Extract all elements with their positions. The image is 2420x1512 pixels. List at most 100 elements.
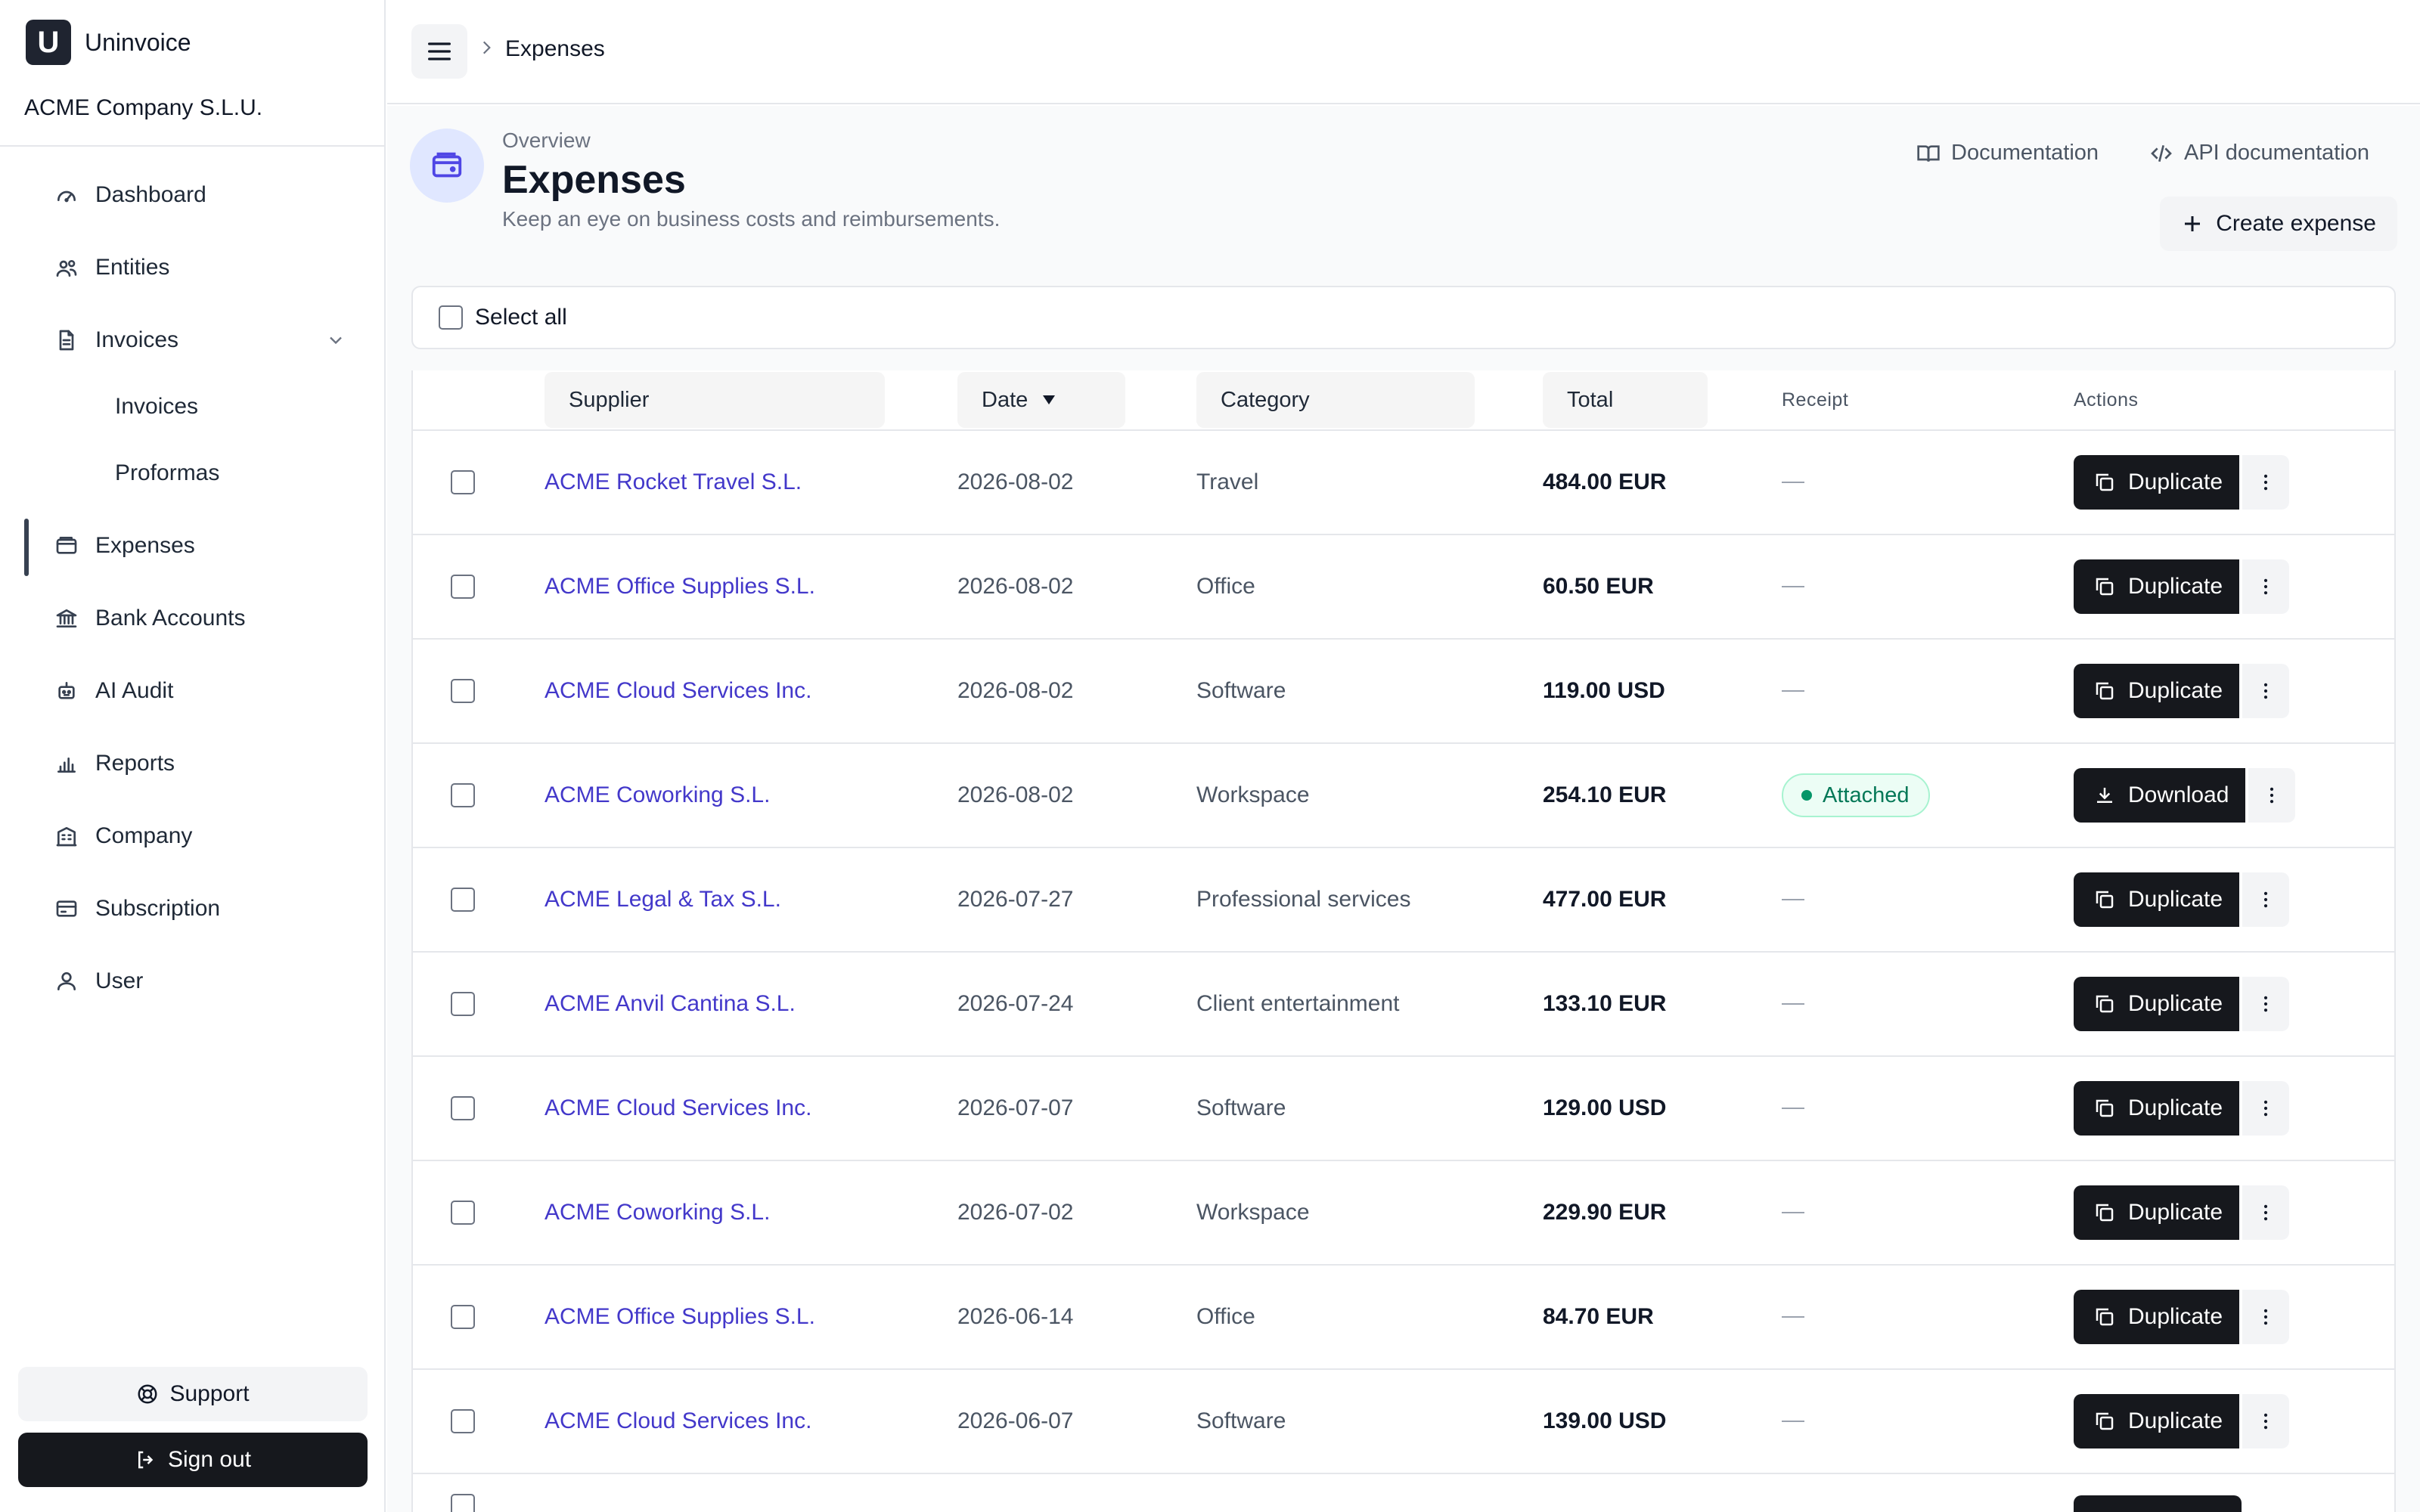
row-checkbox[interactable] <box>451 992 475 1016</box>
sidebar-item-company[interactable]: Company <box>26 809 366 863</box>
documentation-link[interactable]: Documentation <box>1916 141 2099 166</box>
signout-button[interactable]: Sign out <box>18 1433 368 1487</box>
sidebar-item-invoices-sub[interactable]: Invoices <box>26 380 366 434</box>
menu-toggle-button[interactable] <box>411 24 467 79</box>
supplier-link[interactable]: ACME Cloud Services Inc. <box>544 640 811 742</box>
create-expense-button[interactable]: Create expense <box>2160 197 2397 251</box>
table-row[interactable]: ACME Coworking S.L. 2026-08-02 Workspace 25… <box>413 744 2394 848</box>
table-row[interactable]: ACME Cloud Services Inc. 2026-07-07 Softwa… <box>413 1057 2394 1161</box>
more-actions-button[interactable] <box>2242 1394 2290 1448</box>
copy-icon <box>2096 578 2114 596</box>
supplier-link[interactable]: ACME Cloud Services Inc. <box>544 1370 811 1473</box>
chevron-down-icon[interactable] <box>325 330 346 351</box>
sidebar-item-label: Invoices <box>115 394 199 419</box>
more-actions-button[interactable] <box>2242 872 2290 927</box>
duplicate-button[interactable]: Duplicate <box>2074 559 2240 614</box>
row-checkbox[interactable] <box>451 470 475 494</box>
column-header-category[interactable]: Category <box>1196 372 1475 428</box>
more-actions-button[interactable] <box>2248 768 2296 823</box>
supplier-link[interactable]: ACME Coworking S.L. <box>544 744 770 847</box>
download-icon <box>2097 788 2112 803</box>
expense-total: 60.50 EUR <box>1543 574 1654 599</box>
table-row[interactable]: ACME Office Supplies S.L. 2026-06-14 Offic… <box>413 1266 2394 1370</box>
sidebar-item-user[interactable]: User <box>26 954 366 1009</box>
table-row[interactable]: ACME Office Supplies S.L. 2026-08-02 Offic… <box>413 535 2394 640</box>
table-row[interactable]: ACME Cloud Services Inc. 2026-08-02 Softwa… <box>413 640 2394 744</box>
more-actions-button[interactable] <box>2242 977 2290 1031</box>
expense-date: 2026-06-07 <box>957 1408 1074 1433</box>
row-checkbox[interactable] <box>451 888 475 912</box>
duplicate-button[interactable] <box>2074 1495 2242 1512</box>
sidebar-item-dashboard[interactable]: Dashboard <box>26 168 366 222</box>
sidebar-item-reports[interactable]: Reports <box>26 736 366 791</box>
download-button[interactable]: Download <box>2074 768 2246 823</box>
select-all-checkbox[interactable] <box>439 305 463 330</box>
plus-icon <box>2185 216 2201 231</box>
receipt-cell: Attached <box>1782 744 1931 847</box>
supplier-link[interactable]: ACME Anvil Cantina S.L. <box>544 953 796 1055</box>
more-actions-button[interactable] <box>2242 1185 2290 1240</box>
sidebar-item-bank-accounts[interactable]: Bank Accounts <box>26 591 366 646</box>
expense-date: 2026-07-24 <box>957 991 1074 1016</box>
more-actions-button[interactable] <box>2242 664 2290 718</box>
supplier-link[interactable]: ACME Legal & Tax S.L. <box>544 848 781 951</box>
no-receipt-dash <box>1782 1003 1804 1005</box>
supplier-link[interactable]: ACME Cloud Services Inc. <box>544 1057 811 1160</box>
table-row[interactable]: ACME Legal & Tax S.L. 2026-07-27 Professio… <box>413 848 2394 953</box>
table-row[interactable]: ACME Anvil Cantina S.L. 2026-07-24 Client … <box>413 953 2394 1057</box>
duplicate-button[interactable]: Duplicate <box>2074 977 2240 1031</box>
sidebar-item-entities[interactable]: Entities <box>26 240 366 295</box>
company-name[interactable]: ACME Company S.L.U. <box>24 95 262 121</box>
duplicate-button[interactable]: Duplicate <box>2074 1185 2240 1240</box>
row-checkbox[interactable] <box>451 1201 475 1225</box>
duplicate-button[interactable]: Duplicate <box>2074 872 2240 927</box>
row-checkbox[interactable] <box>451 575 475 599</box>
supplier-link[interactable]: ACME Rocket Travel S.L. <box>544 431 802 534</box>
row-checkbox[interactable] <box>451 679 475 703</box>
select-all-bar: Select all <box>411 286 2396 349</box>
sidebar-item-proformas-sub[interactable]: Proformas <box>26 446 366 500</box>
api-documentation-link[interactable]: API documentation <box>2149 141 2369 166</box>
document-icon <box>53 327 80 354</box>
more-actions-button[interactable] <box>2242 559 2290 614</box>
actions-cell: Duplicate <box>2074 1057 2290 1160</box>
sidebar-item-expenses[interactable]: Expenses <box>24 519 366 576</box>
breadcrumb[interactable]: Expenses <box>505 36 605 62</box>
more-actions-button[interactable] <box>2242 1081 2290 1136</box>
row-checkbox[interactable] <box>451 783 475 807</box>
sidebar-item-ai-audit[interactable]: AI Audit <box>26 664 366 718</box>
column-header-total[interactable]: Total <box>1543 372 1708 428</box>
row-checkbox[interactable] <box>451 1409 475 1433</box>
more-actions-button[interactable] <box>2242 455 2290 510</box>
table-row[interactable]: ACME Cloud Services Inc. 2026-06-07 Softwa… <box>413 1370 2394 1474</box>
table-row[interactable]: ACME Rocket Travel S.L. 2026-08-02 Travel 4… <box>413 431 2394 535</box>
sidebar-item-subscription[interactable]: Subscription <box>26 881 366 936</box>
duplicate-button[interactable]: Duplicate <box>2074 1394 2240 1448</box>
support-button[interactable]: Support <box>18 1367 368 1421</box>
sidebar: U Uninvoice ACME Company S.L.U. Dashboar… <box>0 0 386 1512</box>
user-icon <box>53 968 80 995</box>
row-checkbox[interactable] <box>451 1305 475 1329</box>
sidebar-item-invoices[interactable]: Invoices <box>26 313 366 367</box>
expenses-table: Supplier Date Category Total Receipt Act… <box>411 370 2396 1512</box>
column-header-date[interactable]: Date <box>957 372 1125 428</box>
action-label: Duplicate <box>2128 1095 2223 1120</box>
table-row[interactable]: ACME Coworking S.L. 2026-07-02 Workspace 22… <box>413 1161 2394 1266</box>
supplier-link[interactable]: ACME Coworking S.L. <box>544 1161 770 1264</box>
receipt-cell <box>1782 1161 1804 1264</box>
supplier-link[interactable]: ACME Office Supplies S.L. <box>544 535 815 638</box>
duplicate-button[interactable]: Duplicate <box>2074 664 2240 718</box>
supplier-link[interactable]: ACME Office Supplies S.L. <box>544 1266 815 1368</box>
duplicate-button[interactable]: Duplicate <box>2074 1290 2240 1344</box>
table-row-partial <box>413 1474 2394 1512</box>
more-vertical-icon <box>2263 1204 2268 1221</box>
select-all-label[interactable]: Select all <box>475 305 567 330</box>
column-header-supplier[interactable]: Supplier <box>544 372 885 428</box>
row-checkbox[interactable] <box>451 1096 475 1120</box>
row-checkbox[interactable] <box>451 1494 475 1512</box>
brand[interactable]: U Uninvoice <box>26 20 191 65</box>
more-vertical-icon <box>2263 683 2268 699</box>
duplicate-button[interactable]: Duplicate <box>2074 455 2240 510</box>
more-actions-button[interactable] <box>2242 1290 2290 1344</box>
duplicate-button[interactable]: Duplicate <box>2074 1081 2240 1136</box>
